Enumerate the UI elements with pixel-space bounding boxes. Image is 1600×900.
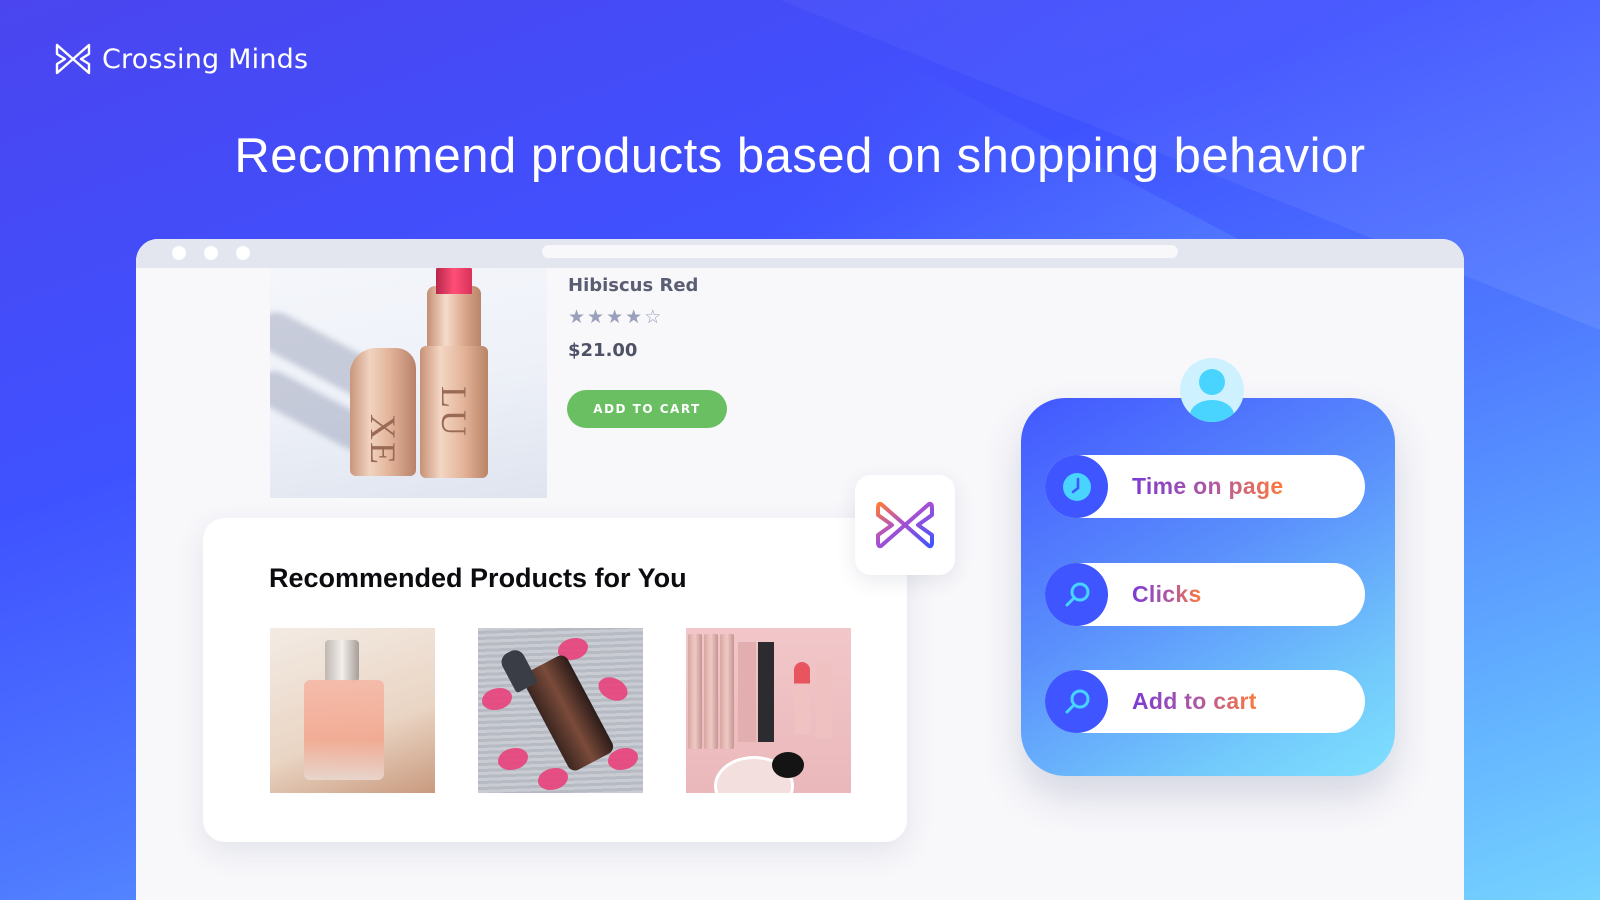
lip-pencil xyxy=(720,634,734,749)
avatar-head xyxy=(1199,369,1225,395)
lipstick-tube: LU xyxy=(420,346,488,478)
star-icon: ★ xyxy=(568,306,586,328)
add-to-cart-button[interactable]: ADD TO CART xyxy=(567,390,727,428)
product-image-lipstick[interactable]: XE LU xyxy=(270,268,547,498)
address-bar[interactable] xyxy=(542,245,1178,258)
recommended-item-makeup-set[interactable] xyxy=(686,628,851,793)
signal-label: Add to cart xyxy=(1132,688,1257,714)
lip-pencil xyxy=(688,634,702,749)
recommended-products-card: Recommended Products for You xyxy=(203,518,907,842)
signal-time-on-page[interactable]: Time on page xyxy=(1045,455,1365,518)
cap-engraving: XE xyxy=(363,414,403,467)
product-name[interactable]: Hibiscus Red xyxy=(568,275,698,296)
window-dot-2 xyxy=(204,246,218,260)
page-headline: Recommend products based on shopping beh… xyxy=(234,129,1366,183)
dropper-bottle xyxy=(520,652,616,774)
star-icon: ★ xyxy=(606,306,624,328)
search-icon xyxy=(1045,563,1108,626)
star-empty-icon: ☆ xyxy=(644,306,662,328)
lipstick-bullet xyxy=(436,268,472,294)
petal xyxy=(594,670,632,708)
window-dot-1 xyxy=(172,246,186,260)
lipstick-neck xyxy=(427,286,481,352)
lipstick xyxy=(794,662,810,734)
browser-titlebar xyxy=(136,239,1464,268)
recommended-item-perfume[interactable] xyxy=(270,628,435,793)
product-box xyxy=(738,642,756,742)
crossing-minds-butterfly-icon xyxy=(876,501,934,549)
perfume-bottle xyxy=(304,680,384,780)
product-price: $21.00 xyxy=(568,340,638,361)
clock-icon xyxy=(1045,455,1108,518)
perfume-cap xyxy=(325,640,359,682)
brand-logo[interactable]: Crossing Minds xyxy=(54,42,308,76)
lip-pencil xyxy=(704,634,718,749)
lipstick-cap: XE xyxy=(350,348,416,476)
makeup-brush xyxy=(772,752,804,778)
product-info: Hibiscus Red ★ ★ ★ ★ ☆ $21.00 xyxy=(568,275,698,361)
petal xyxy=(482,688,512,710)
brand-name: Crossing Minds xyxy=(102,43,309,75)
recommendation-engine-badge xyxy=(855,475,955,575)
star-rating: ★ ★ ★ ★ ☆ xyxy=(568,306,698,328)
lipstick-cap xyxy=(816,662,832,738)
star-icon: ★ xyxy=(625,306,643,328)
petal xyxy=(608,748,638,770)
signal-label: Time on page xyxy=(1132,473,1284,499)
signal-add-to-cart[interactable]: Add to cart xyxy=(1045,670,1365,733)
petal xyxy=(538,768,568,790)
recommended-item-serum[interactable] xyxy=(478,628,643,793)
product-box xyxy=(758,642,774,742)
petal xyxy=(498,748,528,770)
tube-engraving: LU xyxy=(434,386,474,438)
shopping-behavior-panel: Time on page Clicks Add to cart xyxy=(1021,398,1395,776)
user-avatar-icon[interactable] xyxy=(1180,358,1244,422)
crossing-minds-butterfly-icon xyxy=(55,43,91,75)
window-dot-3 xyxy=(236,246,250,260)
search-icon xyxy=(1045,670,1108,733)
signal-label: Clicks xyxy=(1132,581,1202,607)
signal-clicks[interactable]: Clicks xyxy=(1045,563,1365,626)
recommended-title: Recommended Products for You xyxy=(269,563,687,593)
star-icon: ★ xyxy=(587,306,605,328)
avatar-body xyxy=(1190,400,1234,422)
